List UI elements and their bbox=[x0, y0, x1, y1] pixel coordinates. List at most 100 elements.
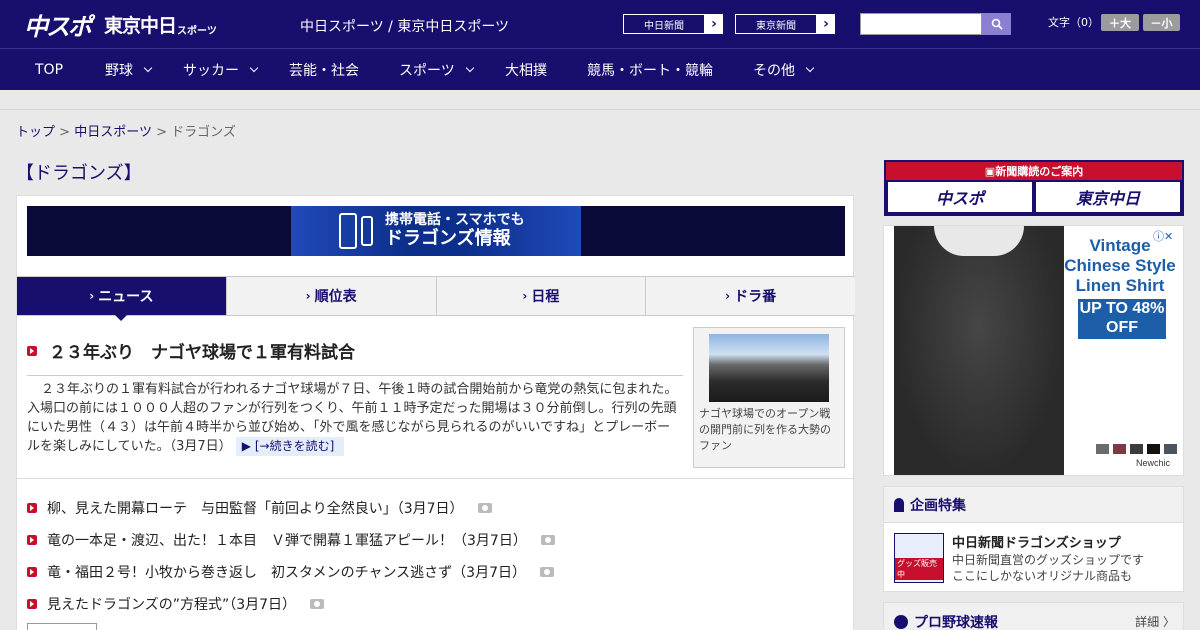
banner-inner: 携帯電話・スマホでも ドラゴンズ情報 bbox=[291, 206, 581, 256]
subscription-box[interactable]: ▣ 新聞購読のご案内 中スポ 東京中日 bbox=[884, 160, 1184, 216]
tab-label: ニュース bbox=[98, 289, 154, 305]
top-story-photo[interactable]: ナゴヤ球場でのオープン戦の開門前に列を作る大勢のファン bbox=[693, 327, 845, 468]
nav-item-other[interactable]: その他 bbox=[753, 49, 815, 91]
banner-text: 携帯電話・スマホでも ドラゴンズ情報 bbox=[385, 213, 525, 249]
score-heading: プロ野球速報 bbox=[894, 612, 998, 630]
camera-icon bbox=[539, 567, 554, 577]
list-item[interactable]: 柳、見えた開幕ローテ 与田監督「前回より全然良い」（3月7日） bbox=[27, 492, 683, 524]
tab-reporter[interactable]: › ドラ番 bbox=[646, 277, 855, 315]
chunichi-shimbun-button[interactable]: 中日新聞 › bbox=[622, 13, 724, 35]
camera-icon bbox=[540, 535, 555, 545]
chevron-down-icon bbox=[143, 63, 153, 73]
font-smaller-button[interactable]: －小 bbox=[1143, 14, 1180, 31]
section-tabs: › ニュース › 順位表 › 日程 › ドラ番 bbox=[17, 276, 855, 321]
nav-item-sumo[interactable]: 大相撲 bbox=[505, 49, 547, 91]
nav-item-racing[interactable]: 競馬・ボート・競輪 bbox=[587, 49, 713, 91]
read-more-link[interactable]: ▶ [→続きを読む] bbox=[235, 437, 345, 456]
main-content: 携帯電話・スマホでも ドラゴンズ情報 › ニュース › 順位表 › 日程 › ドラ番 ２… bbox=[16, 195, 855, 630]
chevron-right-icon: › bbox=[725, 289, 731, 303]
paper-button-label: 中日新聞 bbox=[623, 14, 705, 34]
nav-item-label: TOP bbox=[35, 62, 64, 78]
spacer-bar bbox=[0, 90, 1200, 110]
nav-item-top[interactable]: TOP bbox=[35, 49, 63, 91]
chevron-right-icon: › bbox=[823, 16, 829, 32]
mobile-banner[interactable]: 携帯電話・スマホでも ドラゴンズ情報 bbox=[27, 206, 845, 256]
nav-item-label: サッカー bbox=[183, 63, 239, 79]
breadcrumb-section-link[interactable]: 中日スポーツ bbox=[74, 125, 152, 140]
news-title: 竜・福田２号！小牧から巻き返し 初スタメンのチャンス逃さず（3月7日） bbox=[47, 565, 526, 581]
feature-heading: 企画特集 bbox=[884, 487, 1183, 523]
font-bigger-button[interactable]: ＋大 bbox=[1101, 14, 1139, 31]
chevron-down-icon bbox=[805, 63, 815, 73]
feature-box: 企画特集 グッズ販売中 中日新聞ドラゴンズショップ 中日新聞直営のグッズショップ… bbox=[883, 486, 1184, 592]
breadcrumb-current: ドラゴンズ bbox=[171, 125, 236, 140]
list-item[interactable]: 見えたドラゴンズの”方程式”（3月7日） bbox=[27, 588, 683, 620]
shop-thumbnail[interactable]: グッズ販売中 bbox=[894, 533, 944, 583]
feature-desc-line: 中日新聞直営のグッズショップです bbox=[952, 553, 1145, 567]
list-item[interactable]: 竜・福田２号！小牧から巻き返し 初スタメンのチャンス逃さず（3月7日） bbox=[27, 556, 683, 588]
score-box: プロ野球速報 詳細 〉 bbox=[883, 602, 1184, 630]
tab-schedule[interactable]: › 日程 bbox=[437, 277, 647, 315]
phone-icon bbox=[339, 213, 357, 249]
page-title: 【ドラゴンズ】 bbox=[16, 163, 142, 184]
bullet-arrow-icon bbox=[27, 535, 37, 545]
camera-icon bbox=[477, 503, 492, 513]
bullet-arrow-icon bbox=[27, 599, 37, 609]
camera-icon bbox=[310, 599, 325, 609]
breadcrumb-separator: > bbox=[156, 125, 167, 140]
search-input[interactable] bbox=[860, 13, 982, 35]
advertisement[interactable]: ⓘ✕ Vintage Chinese Style Linen Shirt UP … bbox=[883, 225, 1184, 476]
ad-shirt-image bbox=[894, 226, 1064, 475]
photo-caption: ナゴヤ球場でのオープン戦の開門前に列を作る大勢のファン bbox=[699, 407, 831, 452]
tokyo-chunichi-logo[interactable]: 東京中日 bbox=[1036, 182, 1180, 212]
tab-label: 日程 bbox=[531, 289, 560, 305]
header: 中スポ 東京中日 スポーツ 中日スポーツ / 東京中日スポーツ 中日新聞 › 東… bbox=[0, 0, 1200, 48]
nav-item-label: 大相撲 bbox=[505, 63, 547, 79]
nav-item-sports[interactable]: スポーツ bbox=[399, 49, 474, 91]
subscription-heading: ▣ 新聞購読のご案内 bbox=[886, 162, 1182, 180]
subscription-logos: 中スポ 東京中日 bbox=[886, 180, 1182, 214]
news-title: 見えたドラゴンズの”方程式”（3月7日） bbox=[47, 597, 297, 613]
play-arrow-icon: ▶ bbox=[241, 439, 252, 453]
tokyo-shimbun-button[interactable]: 東京新聞 › bbox=[734, 13, 836, 35]
subscription-heading-text: 新聞購読のご案内 bbox=[995, 165, 1084, 178]
nav-item-label: 競馬・ボート・競輪 bbox=[587, 63, 713, 79]
nav-item-entertainment[interactable]: 芸能・社会 bbox=[289, 49, 359, 91]
breadcrumb-top-link[interactable]: トップ bbox=[16, 125, 55, 140]
feature-description: 中日新聞直営のグッズショップです ここにしかないオリジナル商品も bbox=[952, 552, 1144, 584]
color-swatch bbox=[1113, 444, 1126, 454]
bullet-arrow-icon bbox=[27, 503, 37, 513]
newspaper-icon: ▣ bbox=[984, 164, 996, 178]
search-button[interactable] bbox=[982, 13, 1011, 35]
list-item[interactable]: 竜の一本足・渡辺、出た！１本目 Ｖ弾で開幕１軍猛アピール！（3月7日） bbox=[27, 524, 683, 556]
nav-item-baseball[interactable]: 野球 bbox=[105, 49, 153, 91]
tab-news[interactable]: › ニュース bbox=[17, 277, 227, 321]
score-detail-link[interactable]: 詳細 〉 bbox=[1135, 613, 1175, 630]
nav-item-label: 野球 bbox=[105, 63, 133, 79]
logo-sports-small: スポーツ bbox=[177, 25, 217, 37]
tab-standings[interactable]: › 順位表 bbox=[227, 277, 437, 315]
ad-offer: UP TO 48% OFF bbox=[1078, 299, 1166, 339]
nav-item-label: スポーツ bbox=[399, 63, 455, 79]
chevron-down-icon bbox=[465, 63, 474, 73]
stadium-photo bbox=[709, 334, 829, 402]
feature-heading-text: 企画特集 bbox=[910, 497, 966, 514]
paper-button-label: 東京新聞 bbox=[735, 14, 817, 34]
search-icon bbox=[991, 18, 1003, 30]
baseball-icon bbox=[894, 615, 908, 629]
nav-item-soccer[interactable]: サッカー bbox=[183, 49, 259, 91]
feature-desc-line: ここにしかないオリジナル商品も bbox=[952, 569, 1133, 583]
site-logo[interactable]: 中スポ 東京中日 スポーツ bbox=[24, 8, 217, 41]
feature-title[interactable]: 中日新聞ドラゴンズショップ bbox=[952, 532, 1121, 551]
ribbon-icon bbox=[894, 497, 904, 512]
color-swatch bbox=[1164, 444, 1177, 454]
site-links[interactable]: 中日スポーツ / 東京中日スポーツ bbox=[300, 16, 509, 36]
more-news-button[interactable] bbox=[27, 623, 97, 630]
chunichi-sports-logo[interactable]: 中スポ bbox=[888, 182, 1032, 212]
tab-label: 順位表 bbox=[314, 289, 357, 305]
headline-text: ２３年ぶり ナゴヤ球場で１軍有料試合 bbox=[49, 343, 355, 363]
main-nav: TOP 野球 サッカー 芸能・社会 スポーツ 大相撲 競馬・ボート・競輪 その他 bbox=[0, 48, 1200, 90]
thumb-label: グッズ販売中 bbox=[895, 558, 943, 580]
top-story-headline[interactable]: ２３年ぶり ナゴヤ球場で１軍有料試合 bbox=[27, 338, 683, 376]
chevron-right-icon: › bbox=[522, 289, 528, 303]
